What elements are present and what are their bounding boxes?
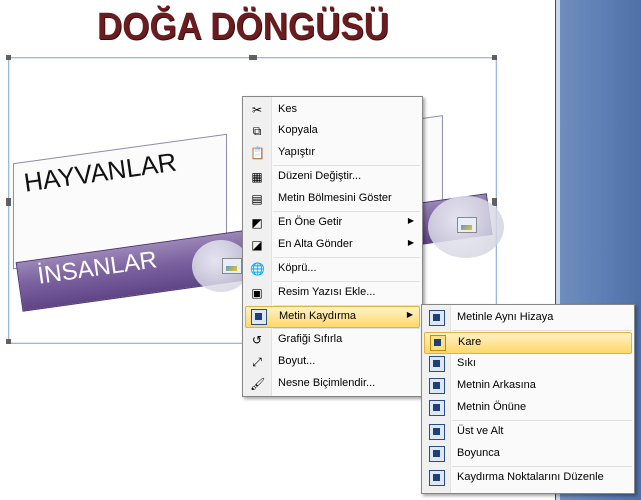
wrap-tight-icon xyxy=(429,356,445,372)
resize-handle-bottom-left[interactable] xyxy=(6,339,11,344)
copy-icon: ⧉ xyxy=(252,124,262,138)
menu-item-paste[interactable]: 📋 Yapıştır xyxy=(245,143,420,163)
menu-item-size[interactable]: ⤢ Boyut... xyxy=(245,352,420,372)
send-to-back-icon: ◪ xyxy=(251,238,263,252)
picture-icon-right xyxy=(457,217,477,233)
wrap-tight[interactable]: Sıkı xyxy=(424,354,632,374)
menu-item-bring-to-front[interactable]: ◩ En Öne Getir ▶ xyxy=(245,213,420,233)
text-wrapping-submenu: Metinle Aynı Hizaya Kare Sıkı Metnin Ark… xyxy=(421,304,635,494)
edit-wrap-points-icon xyxy=(429,470,445,486)
wrap-in-front-icon xyxy=(429,400,445,416)
hyperlink-icon: 🌐 xyxy=(250,262,265,276)
change-layout-icon: ▦ xyxy=(251,170,263,184)
menu-item-send-to-back[interactable]: ◪ En Alta Gönder ▶ xyxy=(245,235,420,255)
text-wrap-icon xyxy=(251,309,267,325)
wrap-in-line-with-text[interactable]: Metinle Aynı Hizaya xyxy=(424,308,632,328)
wrap-in-front-of-text[interactable]: Metnin Önüne xyxy=(424,398,632,418)
caption-icon: ▣ xyxy=(251,286,263,300)
wrap-behind-icon xyxy=(429,378,445,394)
size-icon: ⤢ xyxy=(252,355,262,369)
submenu-arrow-icon: ▶ xyxy=(407,216,414,225)
menu-item-copy[interactable]: ⧉ Kopyala xyxy=(245,121,420,141)
menu-item-text-pane[interactable]: ▤ Metin Bölmesini Göster xyxy=(245,189,420,209)
context-menu: ✂ Kes ⧉ Kopyala 📋 Yapıştır ▦ Düzeni Değiştir… xyxy=(242,96,423,397)
wrap-top-and-bottom[interactable]: Üst ve Alt xyxy=(424,422,632,442)
wrap-through[interactable]: Boyunca xyxy=(424,444,632,464)
scissors-icon: ✂ xyxy=(251,103,263,117)
wrap-behind-text[interactable]: Metnin Arkasına xyxy=(424,376,632,396)
picture-icon xyxy=(222,258,242,274)
edit-wrap-points[interactable]: Kaydırma Noktalarını Düzenle xyxy=(424,468,632,488)
reset-graphic-icon: ↺ xyxy=(251,333,263,347)
resize-handle-top-right[interactable] xyxy=(492,55,497,60)
paste-icon: 📋 xyxy=(250,146,265,160)
resize-handle-top-left[interactable] xyxy=(6,55,11,60)
menu-item-change-layout[interactable]: ▦ Düzeni Değiştir... xyxy=(245,167,420,187)
wrap-inline-icon xyxy=(429,310,445,326)
menu-item-cut[interactable]: ✂ Kes xyxy=(245,100,420,120)
format-object-icon: 🖌 xyxy=(250,377,266,391)
wrap-square-icon xyxy=(430,335,446,351)
wrap-through-icon xyxy=(429,446,445,462)
menu-item-text-wrapping[interactable]: Metin Kaydırma ▶ xyxy=(245,306,420,328)
menu-item-hyperlink[interactable]: 🌐 Köprü... xyxy=(245,259,420,279)
resize-handle-left[interactable] xyxy=(6,198,11,206)
submenu-arrow-icon: ▶ xyxy=(407,238,414,247)
submenu-arrow-icon: ▶ xyxy=(406,310,413,319)
menu-item-format-object[interactable]: 🖌 Nesne Biçimlendir... xyxy=(245,374,420,394)
wrap-top-bottom-icon xyxy=(429,424,445,440)
menu-item-insert-caption[interactable]: ▣ Resim Yazısı Ekle... xyxy=(245,283,420,303)
menu-item-reset-graphic[interactable]: ↺ Grafiği Sıfırla xyxy=(245,330,420,350)
wrap-square[interactable]: Kare xyxy=(424,332,632,354)
bring-to-front-icon: ◩ xyxy=(251,216,263,230)
text-pane-icon: ▤ xyxy=(251,192,263,206)
resize-handle-top[interactable] xyxy=(249,55,257,60)
document-title: DOĞA DÖNGÜSÜ xyxy=(97,6,389,48)
